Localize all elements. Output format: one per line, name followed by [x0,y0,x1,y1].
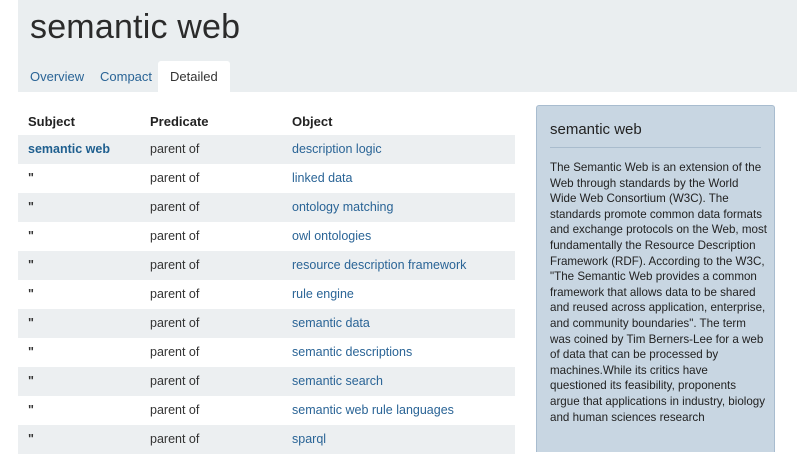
table-header: Subject Predicate Object [18,108,515,135]
tab-detailed[interactable]: Detailed [158,61,230,92]
object-link[interactable]: description logic [292,135,382,164]
page-container: semantic web Overview Compact Detailed S… [18,0,797,454]
table-row: " parent of resource description framewo… [18,251,515,280]
page-title: semantic web [30,8,241,46]
table-row: " parent of sparql [18,425,515,454]
subject-ditto: " [28,403,34,417]
object-link[interactable]: linked data [292,164,352,193]
sidebar-description: The Semantic Web is an extension of the … [550,161,767,424]
column-header-predicate: Predicate [150,114,209,129]
sidebar-divider [550,147,761,148]
predicate-cell: parent of [150,142,200,156]
description-sidebar: semantic web The Semantic Web is an exte… [536,105,775,452]
object-link[interactable]: semantic web rule languages [292,396,454,425]
object-link[interactable]: semantic data [292,309,370,338]
predicate-cell: parent of [150,316,200,330]
predicate-cell: parent of [150,345,200,359]
column-header-subject: Subject [28,114,75,129]
table-row: " parent of rule engine [18,280,515,309]
object-link[interactable]: rule engine [292,280,354,309]
tab-compact[interactable]: Compact [100,61,152,92]
table-row: " parent of semantic descriptions [18,338,515,367]
subject-ditto: " [28,258,34,272]
table-row: semantic web parent of description logic [18,135,515,164]
subject-ditto: " [28,200,34,214]
object-link[interactable]: owl ontologies [292,222,371,251]
predicate-cell: parent of [150,171,200,185]
sidebar-title: semantic web [550,121,642,138]
object-link[interactable]: resource description framework [292,251,466,280]
subject-ditto: " [28,345,34,359]
predicate-cell: parent of [150,374,200,388]
predicate-cell: parent of [150,200,200,214]
subject-ditto: " [28,432,34,446]
predicate-cell: parent of [150,229,200,243]
predicate-cell: parent of [150,403,200,417]
table-row: " parent of ontology matching [18,193,515,222]
tab-overview[interactable]: Overview [30,61,84,92]
subject-link[interactable]: semantic web [28,135,110,164]
table-row: " parent of semantic search [18,367,515,396]
table-row: " parent of semantic data [18,309,515,338]
column-header-object: Object [292,114,333,129]
table-row: " parent of owl ontologies [18,222,515,251]
object-link[interactable]: ontology matching [292,193,393,222]
object-link[interactable]: sparql [292,425,326,454]
table-row: " parent of semantic web rule languages [18,396,515,425]
predicate-cell: parent of [150,432,200,446]
subject-ditto: " [28,374,34,388]
subject-ditto: " [28,287,34,301]
object-link[interactable]: semantic descriptions [292,338,412,367]
subject-ditto: " [28,229,34,243]
predicate-cell: parent of [150,287,200,301]
subject-ditto: " [28,316,34,330]
predicate-cell: parent of [150,258,200,272]
subject-ditto: " [28,171,34,185]
object-link[interactable]: semantic search [292,367,383,396]
table-row: " parent of linked data [18,164,515,193]
